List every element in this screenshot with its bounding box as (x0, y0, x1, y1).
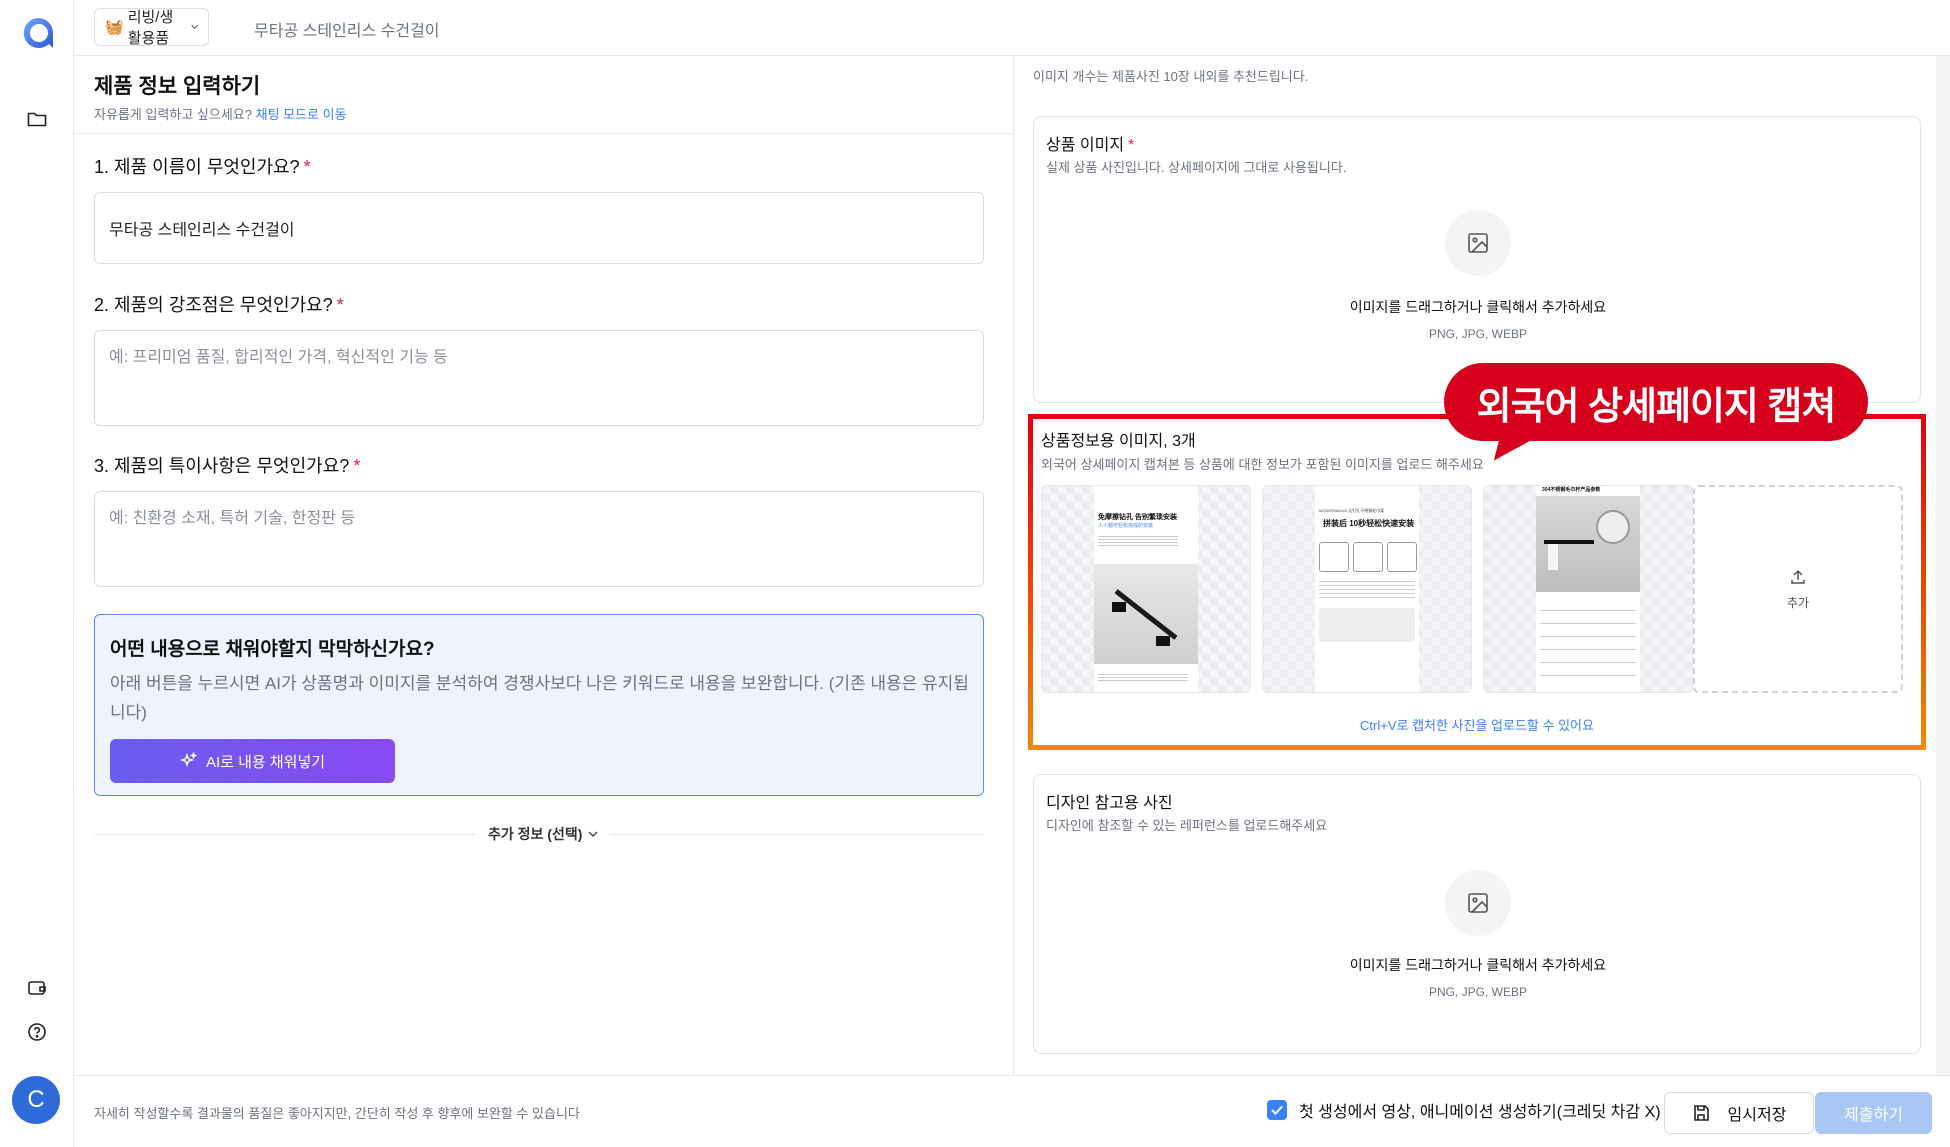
chevron-down-icon (588, 831, 598, 837)
footer-note: 자세히 작성할수록 결과물의 품질은 좋아지지만, 간단히 작성 후 향후에 보… (94, 1106, 580, 1121)
product-form-panel: 제품 정보 입력하기 자유롭게 입력하고 싶으세요? 채팅 모드로 이동 1. … (74, 56, 1014, 1075)
app-logo-icon[interactable] (20, 14, 58, 52)
product-name-input[interactable] (94, 192, 984, 264)
product-breadcrumb: 무타공 스테인리스 수건걸이 (254, 23, 440, 40)
more-info-toggle[interactable]: 추가 정보 (선택) (476, 824, 611, 844)
footer-bar: 자세히 작성할수록 결과물의 품질은 좋아지지만, 간단히 작성 후 향후에 보… (74, 1075, 1950, 1147)
image-upload-panel: 이미지 개수는 제품사진 10장 내외를 추천드립니다. 상품 이미지 * 실제 … (1015, 56, 1950, 1075)
ai-fill-button[interactable]: AI로 내용 채워넣기 (110, 739, 395, 783)
help-circle-icon[interactable] (24, 1019, 50, 1045)
category-dropdown[interactable]: 🧺 리빙/생활용품 (94, 8, 209, 47)
save-icon (1693, 1105, 1709, 1121)
checkbox-checked-icon[interactable] (1267, 1100, 1287, 1120)
design-drop-text: 이미지를 드래그하거나 클릭해서 추가하세요 (1349, 957, 1607, 973)
product-drop-text: 이미지를 드래그하거나 클릭해서 추가하세요 (1349, 299, 1607, 315)
design-formats: PNG, JPG, WEBP (1428, 985, 1527, 999)
sparkle-icon (179, 752, 198, 768)
info-image-title: 상품정보용 이미지, 3개 (1041, 433, 1196, 450)
info-thumbnail-2[interactable]: MODERN•DUO 无钉孔不锈钢毛巾架 拼装后 10秒轻松快速安装 (1262, 485, 1472, 693)
ai-fill-box: 어떤 내용으로 채워야할지 막막하신가요? 아래 버튼을 누르시면 AI가 상품… (94, 614, 984, 796)
ai-box-title: 어떤 내용으로 채워야할지 막막하신가요? (110, 639, 435, 660)
image-icon (1445, 210, 1511, 276)
info-thumbnail-1[interactable]: 免摩擦钻孔 告别繁琐安装 人人都可轻松完成的安装 (1041, 485, 1251, 693)
info-image-card: 상품정보용 이미지, 3개 외국어 상세페이지 캡쳐본 등 상품에 대한 정보가… (1033, 419, 1921, 745)
temp-save-button[interactable]: 임시저장 (1664, 1092, 1814, 1134)
highlights-textarea[interactable] (94, 330, 984, 426)
wallet-icon[interactable] (24, 975, 50, 1001)
ai-box-description: 아래 버튼을 누르시면 AI가 상품명과 이미지를 분석하여 경쟁사보다 나은 … (110, 674, 969, 722)
form-subtitle: 자유롭게 입력하고 싶으세요? 채팅 모드로 이동 (94, 107, 347, 122)
folder-icon[interactable] (24, 106, 50, 132)
info-thumbnail-3[interactable]: 304不锈钢毛巾杆产品参数 (1483, 485, 1693, 693)
avatar[interactable]: C (12, 1076, 60, 1124)
callout-label: 외국어 상세페이지 캡쳐 (1444, 363, 1868, 441)
form-title: 제품 정보 입력하기 (94, 75, 261, 98)
question-2-label: 2. 제품의 강조점은 무엇인가요? * (94, 295, 344, 315)
product-image-title: 상품 이미지 * (1046, 137, 1135, 154)
product-formats: PNG, JPG, WEBP (1428, 327, 1527, 341)
paste-hint: Ctrl+V로 캡처한 사진을 업로드할 수 있어요 (1360, 718, 1594, 733)
top-bar: 🧺 리빙/생활용품 무타공 스테인리스 수건걸이 (74, 0, 1950, 56)
checkbox-label: 첫 생성에서 영상, 애니메이션 생성하기(크레딧 차감 X) (1299, 1104, 1661, 1121)
category-label: 리빙/생활용품 (127, 9, 174, 47)
form-header: 제품 정보 입력하기 자유롭게 입력하고 싶으세요? 채팅 모드로 이동 (74, 56, 1014, 134)
design-image-title: 디자인 참고용 사진 (1046, 795, 1173, 812)
image-count-note: 이미지 개수는 제품사진 10장 내외를 추천드립니다. (1033, 69, 1309, 84)
design-image-card[interactable]: 디자인 참고용 사진 디자인에 참조할 수 있는 레퍼런스를 업로드해주세요 이… (1033, 774, 1921, 1054)
info-image-subtitle: 외국어 상세페이지 캡쳐본 등 상품에 대한 정보가 포함된 이미지를 업로드 … (1041, 457, 1484, 472)
question-1-label: 1. 제품 이름이 무엇인가요? * (94, 157, 311, 177)
chevron-down-icon (190, 24, 198, 29)
scrollbar[interactable] (1936, 56, 1950, 1075)
specialties-textarea[interactable] (94, 491, 984, 587)
design-image-subtitle: 디자인에 참조할 수 있는 레퍼런스를 업로드해주세요 (1046, 818, 1328, 833)
product-image-subtitle: 실제 상품 사진입니다. 상세페이지에 그대로 사용됩니다. (1046, 160, 1347, 175)
product-image-card[interactable]: 상품 이미지 * 실제 상품 사진입니다. 상세페이지에 그대로 사용됩니다. 이… (1033, 116, 1921, 403)
video-generation-checkbox[interactable]: 첫 생성에서 영상, 애니메이션 생성하기(크레딧 차감 X) (1267, 1098, 1661, 1122)
sidebar: C (0, 0, 74, 1147)
basket-icon: 🧺 (105, 19, 124, 36)
add-info-image-button[interactable]: 추가 (1693, 485, 1903, 693)
question-3-label: 3. 제품의 특이사항은 무엇인가요? * (94, 456, 361, 476)
chat-mode-link[interactable]: 채팅 모드로 이동 (256, 107, 347, 122)
upload-icon (1791, 569, 1805, 584)
image-icon (1445, 870, 1511, 936)
submit-button[interactable]: 제출하기 (1815, 1092, 1932, 1134)
